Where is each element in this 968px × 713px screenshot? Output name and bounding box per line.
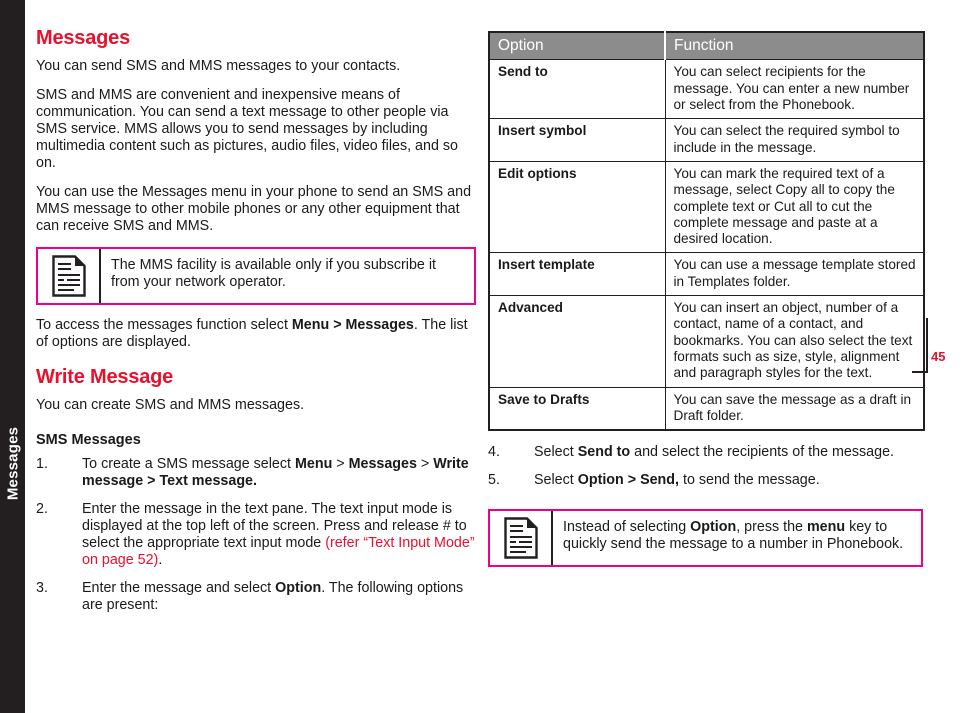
access-text-1: To access the messages function select bbox=[36, 317, 292, 333]
page-number: 45 bbox=[931, 349, 946, 364]
step-item: 5. Select Option > Send, to send the mess… bbox=[488, 472, 923, 489]
text-run-4: > bbox=[416, 455, 434, 472]
table-cell-function: You can select recipients for the messag… bbox=[665, 59, 924, 119]
table-cell-option: Advanced bbox=[489, 295, 666, 388]
step-item: 1. To create a SMS message select Menu > … bbox=[36, 456, 476, 490]
table-cell-function: You can save the message as a draft in D… bbox=[665, 386, 924, 431]
table-row: Insert symbol You can select the required… bbox=[489, 118, 924, 162]
text-run-1: Send to bbox=[577, 444, 631, 461]
note-box-mms-facility: The MMS facility is available only if yo… bbox=[36, 247, 476, 305]
intro-paragraph-3: You can use the Messages menu in your ph… bbox=[36, 184, 472, 234]
table-row: Send to You can select recipients for the… bbox=[489, 59, 924, 119]
table-cell-option: Insert template bbox=[489, 252, 666, 296]
note-text-menu-key: Instead of selecting Option, press the m… bbox=[553, 511, 921, 565]
intro-paragraph-2: SMS and MMS are convenient and inexpensi… bbox=[36, 87, 458, 171]
side-tab-label: Messages bbox=[4, 426, 21, 501]
step-number: 4. bbox=[488, 444, 500, 461]
table-cell-function: You can mark the required text of a mess… bbox=[665, 160, 924, 253]
note-document-icon bbox=[38, 249, 101, 303]
left-column: Messages You can send SMS and MMS messag… bbox=[36, 28, 476, 614]
column-header-function: Function bbox=[665, 32, 924, 60]
text-run-2: . bbox=[158, 551, 163, 568]
text-run-0: Instead of selecting bbox=[563, 519, 691, 536]
table-row: Edit options You can mark the required te… bbox=[489, 160, 924, 253]
step-number: 3. bbox=[36, 579, 48, 596]
table-cell-function: You can insert an object, number of a co… bbox=[665, 295, 924, 388]
step-text: Enter the message and select Option. The… bbox=[82, 580, 463, 613]
text-run-1: Option bbox=[690, 519, 737, 536]
step-text: To create a SMS message select Menu > Me… bbox=[82, 456, 469, 489]
table-cell-option: Edit options bbox=[489, 160, 666, 253]
step-number: 5. bbox=[488, 472, 500, 489]
text-run-1: Menu bbox=[294, 455, 333, 472]
note-box-menu-key: Instead of selecting Option, press the m… bbox=[488, 509, 923, 568]
write-message-intro: You can create SMS and MMS messages. bbox=[36, 397, 305, 413]
section-title-write-message: Write Message bbox=[36, 366, 174, 388]
table-header-row: Option Function bbox=[489, 32, 924, 60]
note-text-mms-facility: The MMS facility is available only if yo… bbox=[111, 257, 436, 290]
table-cell-function: You can select the required symbol to in… bbox=[665, 118, 924, 162]
steps-list-left: 1. To create a SMS message select Menu > … bbox=[36, 456, 476, 614]
step-item: 4. Select Send to and select the recipien… bbox=[488, 444, 923, 461]
text-run-0: Select bbox=[534, 472, 578, 489]
step-text: Select Option > Send, to send the messag… bbox=[534, 472, 820, 488]
step-number: 1. bbox=[36, 455, 48, 472]
page-number-rule-vertical bbox=[926, 318, 928, 372]
right-column: Option Function Send to You can select re… bbox=[488, 31, 925, 568]
page-title: Messages bbox=[36, 27, 131, 49]
text-run-2: > bbox=[332, 455, 349, 472]
text-run-0: Enter the message and select bbox=[82, 579, 276, 596]
text-run-3: Messages bbox=[348, 455, 417, 472]
table-cell-function: You can use a message template stored in… bbox=[665, 252, 924, 296]
step-item: 2. Enter the message in the text pane. Th… bbox=[36, 501, 476, 569]
step-text: Select Send to and select the recipients… bbox=[534, 444, 894, 460]
table-row: Insert template You can use a message tem… bbox=[489, 252, 924, 296]
note-document-icon bbox=[490, 511, 553, 566]
subsection-title-sms-messages: SMS Messages bbox=[36, 432, 141, 448]
text-run-1: Option > Send, bbox=[577, 472, 679, 489]
side-tab-messages: Messages bbox=[0, 0, 25, 713]
options-table: Option Function Send to You can select re… bbox=[488, 31, 925, 432]
access-bold-1: Menu > Messages bbox=[291, 317, 414, 333]
text-run-2: and select the recipients of the message… bbox=[630, 444, 894, 461]
step-number: 2. bbox=[36, 500, 48, 517]
intro-paragraph-1: You can send SMS and MMS messages to you… bbox=[36, 58, 401, 74]
column-header-option: Option bbox=[489, 32, 666, 60]
text-run-2: to send the message. bbox=[679, 472, 820, 489]
table-cell-option: Save to Drafts bbox=[489, 386, 666, 431]
table-row: Advanced You can insert an object, number… bbox=[489, 295, 924, 388]
text-run-1: Option bbox=[275, 579, 322, 596]
text-run-0: To create a SMS message select bbox=[82, 455, 295, 472]
table-cell-option: Send to bbox=[489, 59, 666, 119]
access-instruction: To access the messages function select M… bbox=[36, 317, 476, 351]
step-item: 3. Enter the message and select Option. T… bbox=[36, 580, 476, 614]
step-text: Enter the message in the text pane. The … bbox=[82, 501, 475, 568]
table-cell-option: Insert symbol bbox=[489, 118, 666, 162]
table-row: Save to Drafts You can save the message a… bbox=[489, 386, 924, 431]
text-run-2: , press the bbox=[736, 519, 807, 536]
text-run-0: Select bbox=[534, 444, 578, 461]
text-run-3: menu bbox=[806, 519, 846, 536]
steps-list-right: 4. Select Send to and select the recipien… bbox=[488, 444, 923, 489]
